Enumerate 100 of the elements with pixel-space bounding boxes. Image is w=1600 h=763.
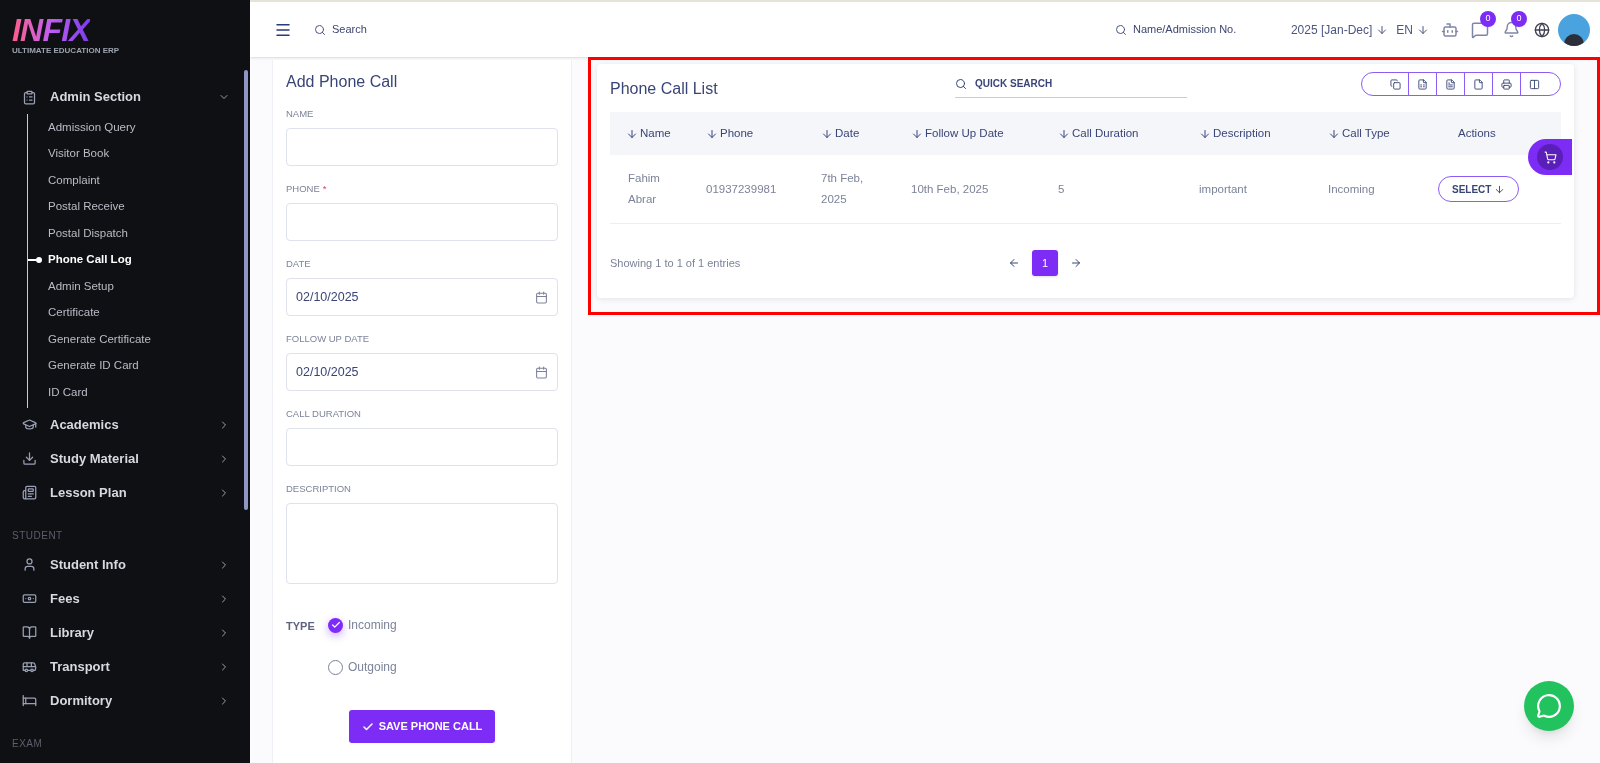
message-count-badge: 0 bbox=[1480, 10, 1496, 27]
menu-item[interactable]: Library bbox=[0, 615, 250, 650]
menu-item[interactable]: Academics bbox=[0, 407, 250, 442]
clipboard-icon bbox=[22, 89, 37, 105]
field-label: DESCRIPTION bbox=[286, 483, 351, 495]
quick-search-input[interactable]: QUICK SEARCH bbox=[975, 76, 1109, 91]
section-heading: EXAM bbox=[11, 736, 44, 751]
quick-search-field[interactable]: QUICK SEARCH bbox=[955, 70, 1187, 98]
menu-item[interactable]: Student Info bbox=[0, 547, 250, 582]
column-header[interactable]: Follow Up Date bbox=[925, 124, 1004, 143]
sort-arrow-icon[interactable] bbox=[1058, 127, 1070, 140]
sort-arrow-icon[interactable] bbox=[1199, 127, 1211, 140]
entries-summary: Showing 1 to 1 of 1 entries bbox=[610, 255, 742, 271]
chat-icon[interactable] bbox=[1471, 20, 1489, 39]
submenu-item[interactable]: Phone Call Log bbox=[48, 251, 132, 269]
column-header[interactable]: Call Duration bbox=[1072, 124, 1139, 143]
sort-arrow-icon[interactable] bbox=[821, 127, 833, 140]
search-icon bbox=[1114, 23, 1127, 36]
graduation-cap-icon bbox=[22, 417, 37, 432]
type-label: TYPE bbox=[286, 619, 316, 634]
submenu-item[interactable]: Admission Query bbox=[48, 118, 136, 136]
field-label: NAME bbox=[286, 108, 314, 120]
column-header[interactable]: Description bbox=[1213, 124, 1271, 143]
menu-item[interactable]: Fees bbox=[0, 581, 250, 616]
language-dropdown[interactable]: EN bbox=[1396, 20, 1429, 39]
text-field[interactable] bbox=[286, 203, 558, 241]
menu-item[interactable]: Transport bbox=[0, 649, 250, 684]
sort-arrow-icon[interactable] bbox=[911, 127, 923, 140]
submenu-item[interactable]: Certificate bbox=[48, 304, 100, 322]
bell-icon[interactable] bbox=[1503, 21, 1520, 38]
menu-item[interactable]: Study Material bbox=[0, 441, 250, 476]
columns-icon bbox=[1529, 78, 1540, 90]
radio-button[interactable] bbox=[328, 617, 343, 633]
check-icon bbox=[361, 720, 374, 733]
menu-item[interactable]: Dormitory bbox=[0, 683, 250, 718]
column-header[interactable]: Phone bbox=[720, 124, 754, 143]
date-field[interactable]: 02/10/2025 bbox=[286, 353, 558, 391]
search-field[interactable]: Search bbox=[332, 21, 492, 38]
column-header[interactable]: Date bbox=[835, 124, 860, 143]
session-dropdown[interactable]: 2025 [Jan-Dec] bbox=[1290, 20, 1389, 39]
printer-icon bbox=[1501, 78, 1512, 90]
column-header[interactable]: Call Type bbox=[1342, 124, 1390, 143]
sort-arrow-icon[interactable] bbox=[1328, 127, 1340, 140]
table-cell-text: important bbox=[1199, 181, 1248, 197]
submenu-item[interactable]: Postal Receive bbox=[48, 198, 125, 216]
text-field[interactable] bbox=[286, 428, 558, 466]
table-cell-text: 01937239981 bbox=[706, 181, 778, 197]
menu-item[interactable]: Lesson Plan bbox=[0, 475, 250, 510]
submenu-item[interactable]: ID Card bbox=[48, 383, 88, 401]
submenu-item[interactable]: Generate Certificate bbox=[48, 330, 151, 348]
section-heading: STUDENT bbox=[11, 528, 64, 543]
submenu-item[interactable]: Generate ID Card bbox=[48, 357, 139, 375]
logo-tagline: ULTIMATE EDUCATION ERP bbox=[12, 46, 121, 56]
book-icon bbox=[22, 625, 37, 640]
submenu-item[interactable]: Visitor Book bbox=[48, 145, 110, 163]
file-icon bbox=[1473, 78, 1484, 90]
radio-label: Incoming bbox=[348, 617, 397, 634]
date-input[interactable]: 02/10/2025 bbox=[296, 362, 535, 382]
table-cell-text: 7th Feb, 2025 bbox=[821, 171, 865, 207]
sort-arrow-icon[interactable] bbox=[626, 127, 638, 140]
field-label: CALL DURATION bbox=[286, 408, 361, 420]
menu-item[interactable]: Admin Section bbox=[0, 80, 250, 114]
document-icon bbox=[1445, 78, 1456, 90]
copy-icon bbox=[1389, 78, 1401, 90]
notification-count-badge: 0 bbox=[1511, 11, 1527, 27]
table-cell-text: Incoming bbox=[1328, 181, 1376, 197]
field-label: FOLLOW UP DATE bbox=[286, 333, 370, 345]
save-button[interactable]: SAVE PHONE CALL bbox=[348, 710, 496, 743]
avatar[interactable] bbox=[1558, 13, 1590, 46]
page-button[interactable]: 1 bbox=[1032, 250, 1058, 276]
field-label: DATE bbox=[286, 258, 311, 270]
previous-page-icon[interactable] bbox=[1008, 257, 1020, 269]
calendar-icon[interactable] bbox=[535, 365, 548, 379]
cart-icon bbox=[1543, 150, 1557, 164]
robot-icon[interactable] bbox=[1441, 20, 1459, 39]
submenu-item[interactable]: Admin Setup bbox=[48, 277, 114, 295]
student-search-field[interactable]: Name/Admission No. bbox=[1132, 21, 1261, 38]
cart-button[interactable] bbox=[1528, 139, 1572, 175]
radio-label: Outgoing bbox=[348, 659, 397, 676]
date-field[interactable]: 02/10/2025 bbox=[286, 278, 558, 316]
list-title: Phone Call List bbox=[610, 79, 719, 99]
search-icon bbox=[314, 23, 326, 36]
scrollbar[interactable] bbox=[244, 70, 248, 510]
list-icon bbox=[22, 485, 37, 500]
column-header[interactable]: Name bbox=[640, 124, 671, 143]
submenu-item[interactable]: Postal Dispatch bbox=[48, 224, 128, 242]
form-title: Add Phone Call bbox=[286, 72, 399, 92]
sort-arrow-icon[interactable] bbox=[706, 127, 718, 140]
text-field[interactable] bbox=[286, 128, 558, 166]
spreadsheet-icon bbox=[1417, 78, 1428, 90]
arrow-down-icon bbox=[1376, 23, 1389, 36]
table-cell-text: 10th Feb, 2025 bbox=[911, 181, 990, 197]
date-input[interactable]: 02/10/2025 bbox=[296, 287, 535, 307]
calendar-icon[interactable] bbox=[535, 290, 548, 304]
globe-icon[interactable] bbox=[1534, 21, 1550, 38]
next-page-icon[interactable] bbox=[1070, 257, 1082, 269]
person-icon bbox=[22, 557, 37, 572]
submenu-item[interactable]: Complaint bbox=[48, 171, 100, 189]
table-cell-text: Fahim Abrar bbox=[628, 171, 661, 207]
bus-icon bbox=[22, 659, 37, 674]
